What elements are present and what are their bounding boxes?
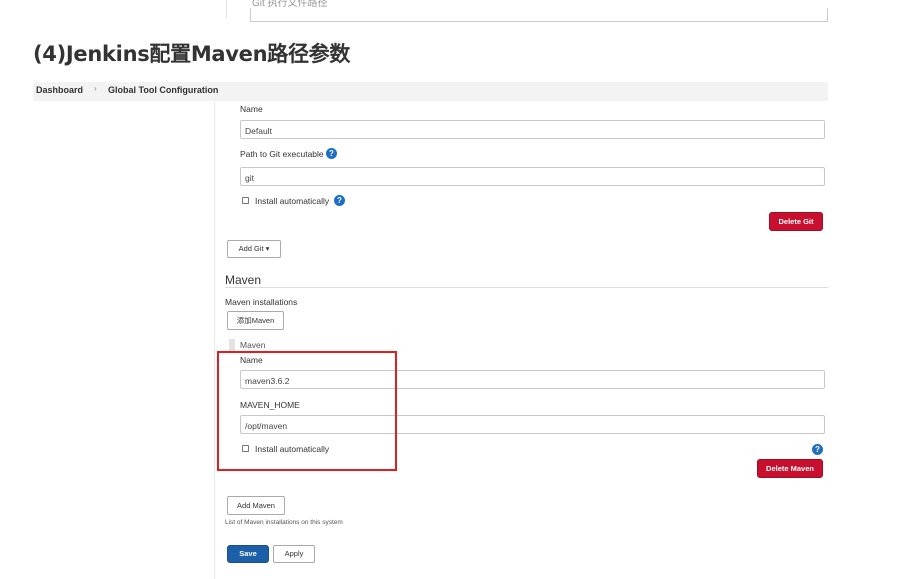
save-button[interactable]: Save (227, 545, 269, 563)
content-border-top (226, 0, 227, 18)
drag-handle-icon[interactable] (229, 339, 235, 351)
git-path-help-icon[interactable]: ? (326, 148, 337, 159)
cropped-field-input (250, 8, 828, 22)
git-install-label: Install automatically (255, 196, 330, 206)
article-heading: (4)Jenkins配置Maven路径参数 (33, 42, 351, 66)
breadcrumb-dashboard[interactable]: Dashboard (36, 85, 83, 95)
maven-installations-label: Maven installations (225, 297, 298, 307)
breadcrumb-global-tool-configuration[interactable]: Global Tool Configuration (108, 85, 218, 95)
git-name-label: Name (240, 104, 263, 114)
apply-button[interactable]: Apply (273, 545, 315, 563)
git-path-field[interactable]: git (240, 167, 825, 186)
highlight-annotation-box (217, 351, 397, 471)
delete-git-button[interactable]: Delete Git (769, 212, 823, 231)
git-install-checkbox[interactable] (242, 197, 249, 204)
breadcrumb-separator-icon: › (94, 84, 97, 93)
delete-maven-button[interactable]: Delete Maven (757, 459, 823, 478)
git-path-label: Path to Git executable (240, 149, 324, 159)
add-maven-cn-button[interactable]: 添加Maven (227, 311, 284, 330)
git-name-field[interactable]: Default (240, 120, 825, 139)
maven-list-note: List of Maven installations on this syst… (225, 519, 343, 526)
add-git-button[interactable]: Add Git ▾ (227, 240, 281, 258)
git-install-help-icon[interactable]: ? (334, 195, 345, 206)
breadcrumb: Dashboard › Global Tool Configuration (33, 82, 828, 101)
maven-section-title: Maven (225, 273, 262, 287)
maven-section-divider (225, 287, 828, 288)
maven-install-help-icon[interactable]: ? (812, 444, 823, 455)
add-maven-button[interactable]: Add Maven (227, 496, 285, 515)
maven-item-header: Maven (240, 340, 266, 350)
sidebar-divider (214, 101, 215, 579)
